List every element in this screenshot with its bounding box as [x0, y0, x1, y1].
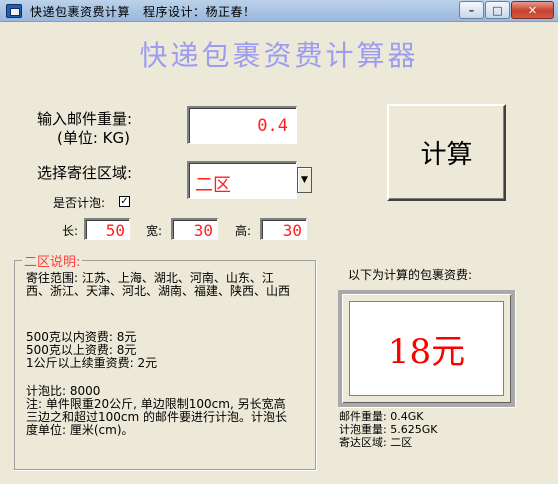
weight-unit-label: (单位: KG) — [57, 129, 130, 147]
length-input[interactable]: 50 — [84, 218, 130, 240]
minimize-button[interactable]: – — [459, 1, 484, 19]
calculate-button[interactable]: 计算 — [387, 104, 506, 201]
height-label: 高: — [235, 224, 252, 238]
width-label: 宽: — [146, 224, 163, 238]
result-caption: 以下为计算的包裹资费: — [348, 268, 473, 282]
region-info-legend: 二区说明: — [22, 251, 83, 270]
fee-over-1kg-text: 1公斤以上续重资费: 2元 — [26, 356, 158, 370]
note-text: 注: 单件限重20公斤, 单边限制100cm, 另长宽高三边之和超过100cm … — [26, 397, 288, 437]
bubble-checkbox[interactable]: ✓ — [119, 196, 130, 207]
dropdown-arrow-icon[interactable]: ▼ — [297, 167, 312, 193]
app-title: 快递包裹资费计算器 — [139, 39, 419, 72]
height-input[interactable]: 30 — [260, 218, 307, 240]
send-region-text: 寄达区域: 二区 — [339, 436, 413, 449]
window-title: 快递包裹资费计算 程序设计：杨正春！ — [30, 5, 256, 19]
title-bar[interactable]: 快递包裹资费计算 程序设计：杨正春！ – □ ✕ — [0, 0, 558, 22]
app-icon — [6, 4, 22, 18]
bubble-label: 是否计泡: — [53, 196, 106, 210]
bubble-weight-text: 计泡重量: 5.625GK — [339, 423, 438, 436]
mail-weight-text: 邮件重量: 0.4GK — [339, 410, 424, 423]
region-scope-text: 寄往范围: 江苏、上海、湖北、河南、山东、江西、浙江、天津、河北、湖南、福建、陕… — [26, 271, 291, 298]
region-label: 选择寄往区域: — [37, 164, 133, 182]
weight-label: 输入邮件重量: — [37, 110, 133, 128]
length-label: 长: — [62, 224, 79, 238]
maximize-button[interactable]: □ — [485, 1, 510, 19]
weight-input[interactable]: 0.4 — [187, 106, 297, 144]
result-amount: 18元 — [349, 301, 504, 396]
width-input[interactable]: 30 — [171, 218, 218, 240]
close-button[interactable]: ✕ — [511, 1, 554, 19]
region-select[interactable]: 二区 — [187, 161, 297, 199]
result-frame: 18元 — [338, 290, 515, 407]
